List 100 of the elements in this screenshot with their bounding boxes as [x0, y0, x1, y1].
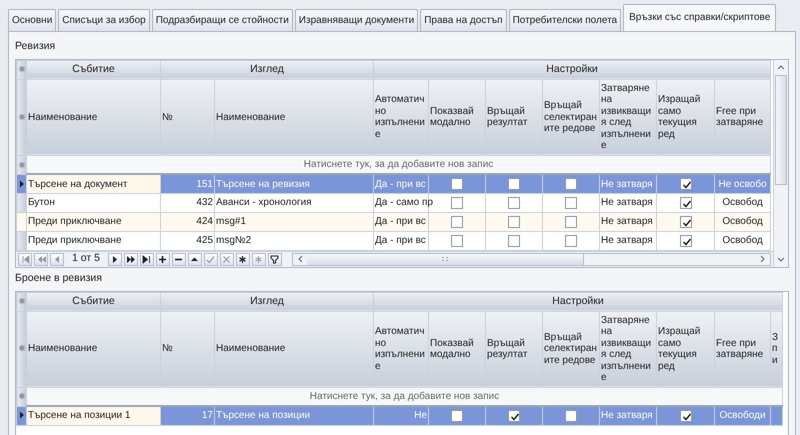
column-header[interactable]: Наименование: [214, 311, 374, 387]
table-row[interactable]: Търсене на документ 151 Търсене на ревизия Да - при вс Не затваря Не освобо: [16, 174, 771, 194]
table-cell: Да - при вс: [374, 231, 429, 250]
checkbox[interactable]: [508, 410, 520, 422]
minus-button[interactable]: [172, 252, 186, 266]
column-header[interactable]: Изращай само текущия ред: [656, 311, 715, 387]
checkbox[interactable]: [565, 234, 578, 247]
column-header[interactable]: Затваряне на извикващия след изпълнение: [600, 79, 657, 156]
checkbox[interactable]: [508, 196, 520, 209]
table-cell: Търсене на позиции 1: [26, 406, 160, 425]
chevron-up-icon: [776, 64, 784, 70]
first-icon: [20, 254, 30, 264]
checkbox[interactable]: [451, 410, 464, 422]
checkbox[interactable]: [508, 234, 520, 247]
asterisk-button[interactable]: [236, 252, 250, 266]
table-cell: Аванси - хронология: [214, 193, 374, 212]
table-row[interactable]: Преди приключване 425 msg№2 Да - при вс Не затваря Освобод: [16, 231, 771, 250]
new-row-hint[interactable]: Натиснете тук, за да добавите нов запис: [26, 155, 771, 174]
column-header[interactable]: Наименование: [214, 79, 374, 156]
column-header[interactable]: Автоматично изпълнение: [374, 79, 429, 156]
checkbox[interactable]: [508, 178, 520, 190]
table-row[interactable]: Преди приключване 424 msg#1 Да - при вс Не затваря Освобод: [16, 212, 771, 232]
table-cell: Бутон: [26, 193, 160, 212]
checkbox[interactable]: [451, 196, 464, 209]
chevron-left-icon: [296, 255, 303, 264]
table-cell: Преди приключване: [26, 231, 160, 250]
asterisk-icon: [18, 344, 26, 352]
plus-button[interactable]: [156, 252, 170, 266]
table-cell: Не: [374, 406, 429, 425]
column-header[interactable]: Връщай селектираните редове: [542, 311, 600, 387]
checkbox[interactable]: [451, 234, 464, 247]
checkbox[interactable]: [680, 234, 692, 247]
fast-forward-button[interactable]: [124, 252, 138, 266]
previous-icon: [52, 254, 62, 264]
table-cell: Да - при вс: [374, 174, 429, 194]
checkbox[interactable]: [565, 196, 578, 209]
checkbox[interactable]: [680, 216, 692, 228]
scrollbar-thumb[interactable]: [306, 254, 584, 265]
checkbox[interactable]: [451, 178, 464, 190]
column-header[interactable]: Показвай модално: [428, 79, 486, 156]
column-header[interactable]: Показвай модално: [428, 311, 486, 387]
table-cell: Освобод: [714, 231, 771, 250]
table-cell: Не затваря: [600, 231, 657, 250]
table-cell: Търсене на ревизия: [214, 174, 374, 194]
last-button[interactable]: [140, 252, 154, 266]
column-header[interactable]: Връщай селектираните редове: [542, 79, 600, 156]
previous-button[interactable]: [50, 252, 64, 266]
checkbox[interactable]: [680, 178, 692, 190]
up-triangle-icon: [190, 254, 200, 264]
checkbox[interactable]: [680, 196, 692, 209]
column-header[interactable]: Наименование: [26, 311, 160, 387]
asterisk-icon: [18, 112, 26, 121]
check-button[interactable]: [204, 252, 218, 266]
column-header[interactable]: №: [160, 79, 214, 156]
checkbox[interactable]: [565, 178, 578, 190]
scrollbar-thumb[interactable]: [775, 74, 787, 185]
column-group-header: Събитие: [26, 60, 160, 80]
column-header[interactable]: №: [160, 311, 214, 387]
checkbox[interactable]: [565, 410, 578, 422]
vertical-scrollbar[interactable]: [773, 60, 788, 267]
rewind-button[interactable]: [34, 252, 48, 266]
first-button[interactable]: [18, 252, 32, 266]
column-header[interactable]: Наименование: [26, 79, 160, 156]
checkbox[interactable]: [680, 410, 692, 422]
cancel-icon: [222, 254, 232, 264]
section-title: Броене в ревизия: [15, 270, 103, 286]
current-row-icon: [18, 180, 24, 188]
filter-button[interactable]: [268, 252, 282, 266]
next-button[interactable]: [108, 252, 122, 266]
column-header[interactable]: Изращай само текущия ред: [656, 79, 715, 156]
table-cell: Не освобо: [714, 174, 771, 194]
up-triangle-button[interactable]: [188, 252, 202, 266]
table-cell: Освободи: [714, 406, 771, 425]
tab[interactable]: Потребителски полета: [508, 9, 622, 31]
fast-forward-icon: [126, 254, 136, 264]
tab[interactable]: Права на достъп: [420, 9, 507, 31]
column-group-header: Настройки: [374, 60, 771, 80]
tab[interactable]: Основни: [8, 9, 56, 31]
column-header[interactable]: Затваряне на извикващия след изпълнение: [600, 311, 657, 387]
table-row[interactable]: Бутон 432 Аванси - хронология Да - само пр Не затваря Освобод: [16, 193, 771, 212]
table-row[interactable]: Търсене на позиции 1 17 Търсене на позиции Не Не затваря Освободи: [16, 406, 783, 425]
column-header[interactable]: Връщай резултат: [486, 311, 543, 387]
tab[interactable]: Списъци за избор: [58, 9, 150, 31]
horizontal-scrollbar[interactable]: [292, 252, 771, 266]
checkbox[interactable]: [451, 216, 464, 228]
tab[interactable]: Връзки със справки/скриптове: [623, 4, 776, 31]
column-header[interactable]: Автоматично изпълнение: [374, 311, 429, 387]
column-header[interactable]: З п и: [770, 311, 783, 387]
table-cell: Не затваря: [600, 406, 657, 425]
tab[interactable]: Изравняващи документи: [294, 9, 418, 31]
new-row-hint[interactable]: Натиснете тук, за да добавите нов запис: [26, 387, 783, 406]
table-cell: Освобод: [714, 212, 771, 232]
column-header[interactable]: Връщай резултат: [486, 79, 543, 156]
tab[interactable]: Подразбиращи се стойности: [152, 9, 293, 31]
checkbox[interactable]: [508, 216, 520, 228]
asterisk-icon: [18, 392, 26, 400]
column-header[interactable]: Free при затваряне: [714, 79, 771, 156]
column-header[interactable]: Free при затваряне: [714, 311, 771, 387]
asterisk-icon: [18, 296, 26, 305]
checkbox[interactable]: [565, 216, 578, 228]
